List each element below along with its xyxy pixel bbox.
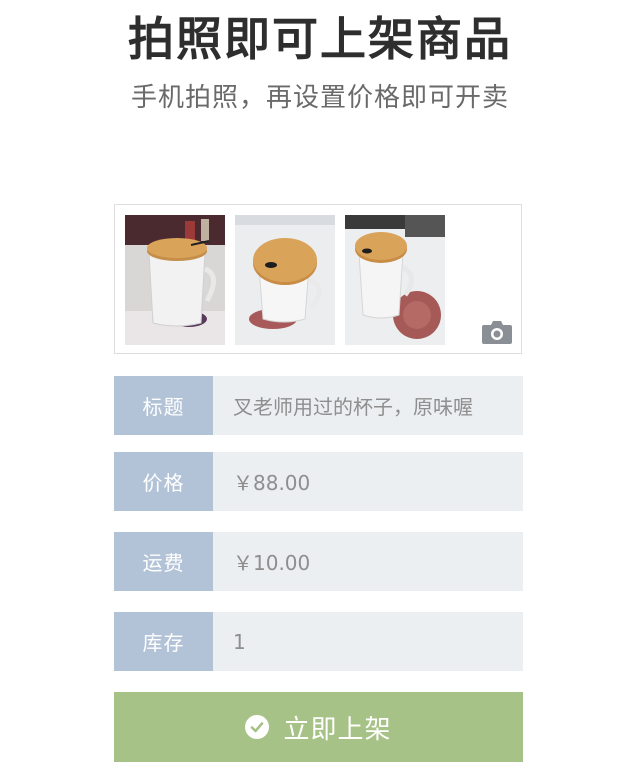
product-photo-3[interactable]: [345, 215, 445, 345]
shipping-field-row: 运费 ￥10.00: [114, 532, 523, 591]
shipping-label: 运费: [114, 532, 213, 591]
title-input[interactable]: 叉老师用过的杯子，原味喔: [213, 376, 523, 435]
product-photo-1[interactable]: [125, 215, 225, 345]
price-label: 价格: [114, 452, 213, 511]
stock-label: 库存: [114, 612, 213, 671]
page-title: 拍照即可上架商品: [128, 12, 512, 66]
price-input[interactable]: ￥88.00: [213, 452, 523, 511]
price-field-row: 价格 ￥88.00: [114, 452, 523, 511]
title-field-row: 标题 叉老师用过的杯子，原味喔: [114, 376, 523, 435]
page-subtitle: 手机拍照，再设置价格即可开卖: [130, 83, 509, 113]
shipping-input[interactable]: ￥10.00: [213, 532, 523, 591]
publish-button-label: 立即上架: [283, 714, 392, 745]
check-circle-icon: [245, 715, 270, 739]
photo-gallery: [114, 204, 522, 354]
title-label: 标题: [114, 376, 213, 435]
product-photo-2[interactable]: [235, 215, 335, 345]
stock-input[interactable]: 1: [213, 612, 523, 671]
stock-field-row: 库存 1: [114, 612, 523, 671]
publish-button[interactable]: 立即上架: [114, 692, 523, 762]
camera-icon[interactable]: [481, 319, 513, 345]
